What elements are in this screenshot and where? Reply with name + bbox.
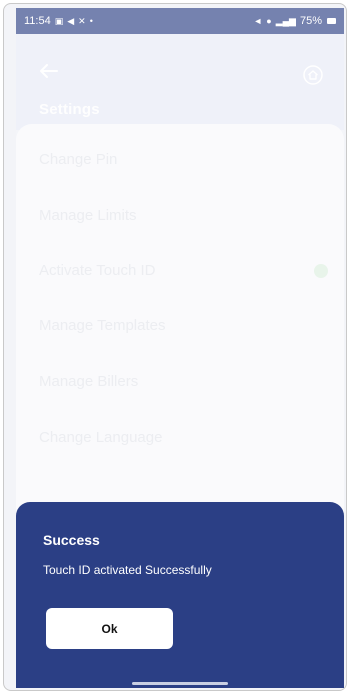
home-indicator — [132, 682, 228, 685]
phone-screen: 11:54 ▣ ◀ ✕ • ◄ ● ▂▄▆ 75% Settings Chang… — [16, 8, 344, 688]
ok-button[interactable]: Ok — [46, 608, 173, 649]
dialog-title: Success — [43, 532, 100, 548]
success-dialog: Success Touch ID activated Successfully … — [16, 502, 344, 688]
dialog-message: Touch ID activated Successfully — [43, 563, 212, 577]
